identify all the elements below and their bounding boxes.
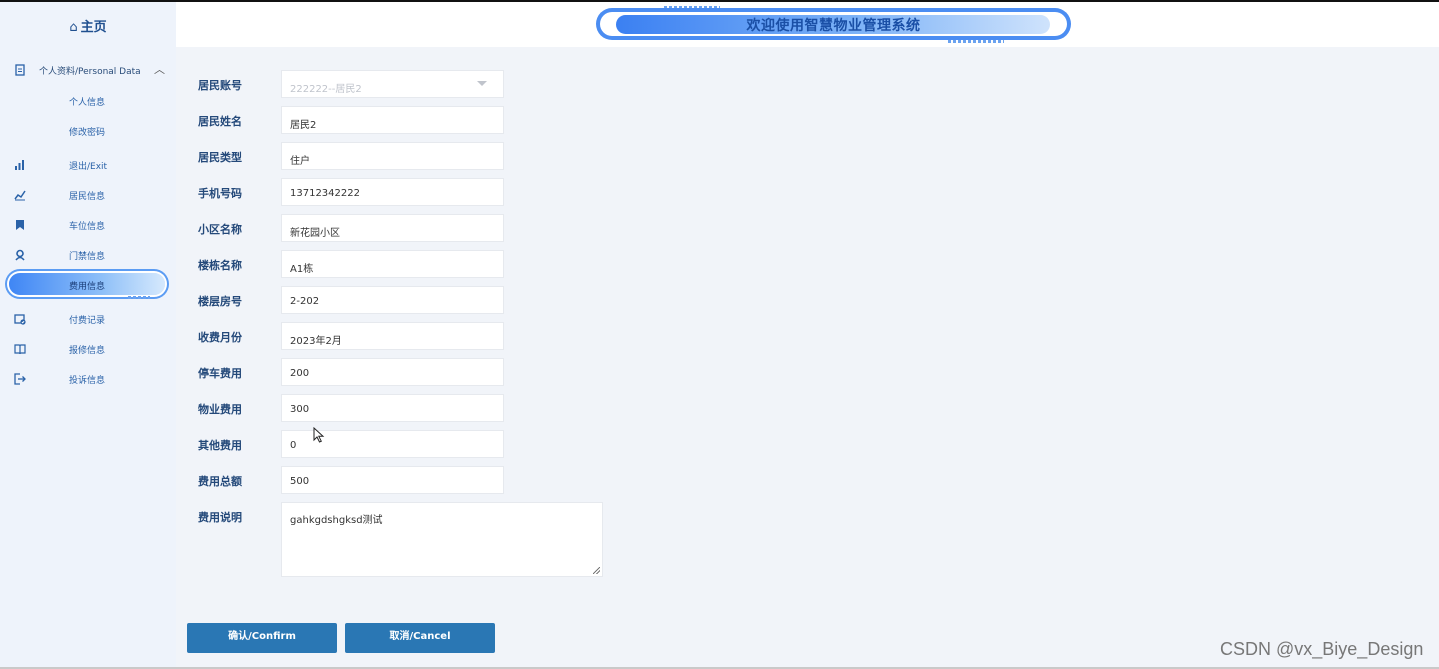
cancel-button[interactable]: 取消/Cancel	[345, 623, 495, 653]
bar-chart-icon	[15, 160, 24, 170]
building-name-input[interactable]: A1栋	[281, 250, 504, 278]
mouse-cursor-icon	[313, 427, 325, 443]
sidebar-item-payment-records[interactable]: 付费记录	[0, 307, 176, 331]
sidebar-item-residents[interactable]: 居民信息	[0, 183, 176, 207]
community-name-input[interactable]: 新花园小区	[281, 214, 504, 242]
user-badge-icon	[15, 249, 25, 261]
decor-dots	[128, 296, 150, 299]
total-fee-input[interactable]: 500	[281, 466, 504, 494]
line-chart-icon	[14, 190, 26, 201]
home-icon: ⌂	[69, 20, 78, 35]
page-title: 欢迎使用智慧物业管理系统	[746, 18, 921, 34]
decor-dots	[948, 40, 1004, 43]
sidebar-item-exit[interactable]: 退出/Exit	[0, 153, 176, 177]
sidebar-subitem-profile[interactable]: 个人信息	[69, 95, 105, 108]
sidebar-item-parking[interactable]: 车位信息	[0, 213, 176, 237]
property-fee-input[interactable]: 300	[281, 394, 504, 422]
resize-handle-icon[interactable]	[593, 567, 600, 574]
bookmark-icon	[16, 220, 24, 230]
home-link[interactable]: ⌂ 主页	[0, 16, 176, 35]
parking-fee-input[interactable]: 200	[281, 358, 504, 386]
sidebar: ⌂ 主页 个人资料/Personal Data ︿ 个人信息 修改密码 退出/Ex…	[0, 2, 176, 667]
sidebar-subitem-change-password[interactable]: 修改密码	[69, 125, 105, 138]
fee-description-textarea[interactable]: gahkgdshgksd测试	[281, 502, 603, 577]
sidebar-item-personal-data[interactable]: 个人资料/Personal Data ︿	[0, 58, 176, 82]
title-banner: 欢迎使用智慧物业管理系统	[596, 6, 1071, 44]
watermark: CSDN @vx_Biye_Design	[1220, 639, 1424, 659]
sidebar-item-complaints[interactable]: 投诉信息	[0, 367, 176, 391]
chevron-up-icon[interactable]: ︿	[154, 61, 165, 77]
sidebar-item-repairs[interactable]: 报修信息	[0, 337, 176, 361]
confirm-button[interactable]: 确认/Confirm	[187, 623, 337, 653]
header: 欢迎使用智慧物业管理系统	[176, 2, 1439, 47]
logout-icon	[14, 373, 26, 385]
sidebar-item-fees[interactable]: 费用信息	[4, 267, 172, 299]
billing-month-input[interactable]: 2023年2月	[281, 322, 504, 350]
room-number-input[interactable]: 2-202	[281, 286, 504, 314]
sidebar-item-access-control[interactable]: 门禁信息	[0, 243, 176, 267]
resident-type-input[interactable]: 住户	[281, 142, 504, 170]
calendar-check-icon	[14, 314, 26, 325]
resident-account-select[interactable]: 222222--居民2	[281, 70, 504, 98]
chevron-down-icon	[477, 81, 487, 86]
book-icon	[14, 344, 26, 355]
document-icon	[15, 64, 25, 76]
phone-input[interactable]: 13712342222	[281, 178, 504, 206]
resident-name-input[interactable]: 居民2	[281, 106, 504, 134]
